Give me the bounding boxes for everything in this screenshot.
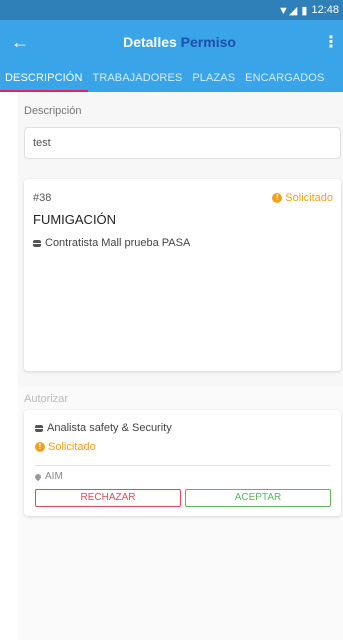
- place-name: AIM: [45, 471, 63, 482]
- contractor-name: Contratista Mall prueba PASA: [45, 237, 191, 249]
- approval-status-label: Solicitado: [48, 441, 96, 453]
- tab-trabajadores[interactable]: TRABAJADORES: [88, 64, 188, 92]
- left-margin: [0, 92, 18, 640]
- description-field[interactable]: test: [24, 127, 341, 159]
- approver-role: Analista safety & Security: [47, 422, 172, 434]
- tab-encargados[interactable]: ENCARGADOS: [240, 64, 329, 92]
- contractor-row: Contratista Mall prueba PASA: [33, 237, 190, 249]
- battery-icon: ▮: [301, 4, 308, 17]
- info-icon: !: [272, 193, 283, 203]
- info-icon: !: [35, 442, 45, 452]
- company-icon: [35, 424, 43, 432]
- place-row: AIM: [33, 471, 63, 482]
- approval-status: ! Solicitado: [35, 441, 96, 453]
- signal-icon: ▼◢: [278, 4, 298, 17]
- tab-bar: DESCRIPCIÓN TRABAJADORES PLAZAS ENCARGAD…: [0, 64, 343, 92]
- authorize-label: Autorizar: [24, 393, 69, 405]
- permit-status-label: Solicitado: [285, 192, 333, 204]
- divider: [35, 465, 330, 466]
- more-options-icon[interactable]: ⋮: [319, 32, 343, 52]
- company-icon: [33, 239, 41, 247]
- permit-type: FUMIGACIÓN: [33, 212, 117, 227]
- app-bar: ← Detalles Permiso ⋮: [0, 20, 343, 64]
- authorize-card: Analista safety & Security ! Solicitado …: [24, 410, 341, 516]
- accept-button[interactable]: ACEPTAR: [185, 489, 331, 507]
- approver-role-row: Analista safety & Security: [35, 422, 172, 434]
- permit-number: #38: [33, 192, 52, 204]
- tab-plazas[interactable]: PLAZAS: [187, 64, 240, 92]
- permit-card: #38 ! Solicitado FUMIGACIÓN Contratista …: [24, 179, 341, 371]
- reject-button[interactable]: RECHAZAR: [35, 489, 181, 507]
- back-arrow-icon[interactable]: ←: [0, 32, 40, 53]
- title-accent: Permiso: [180, 34, 236, 50]
- permit-status: ! Solicitado: [272, 192, 333, 204]
- status-bar: ▼◢ ▮ 12:48: [0, 0, 343, 20]
- description-label: Descripción: [24, 105, 82, 117]
- status-time: 12:48: [311, 4, 339, 16]
- tab-descripcion[interactable]: DESCRIPCIÓN: [0, 64, 88, 92]
- page-title: Detalles Permiso: [40, 34, 319, 50]
- title-main: Detalles: [123, 34, 177, 50]
- location-pin-icon: [33, 472, 43, 481]
